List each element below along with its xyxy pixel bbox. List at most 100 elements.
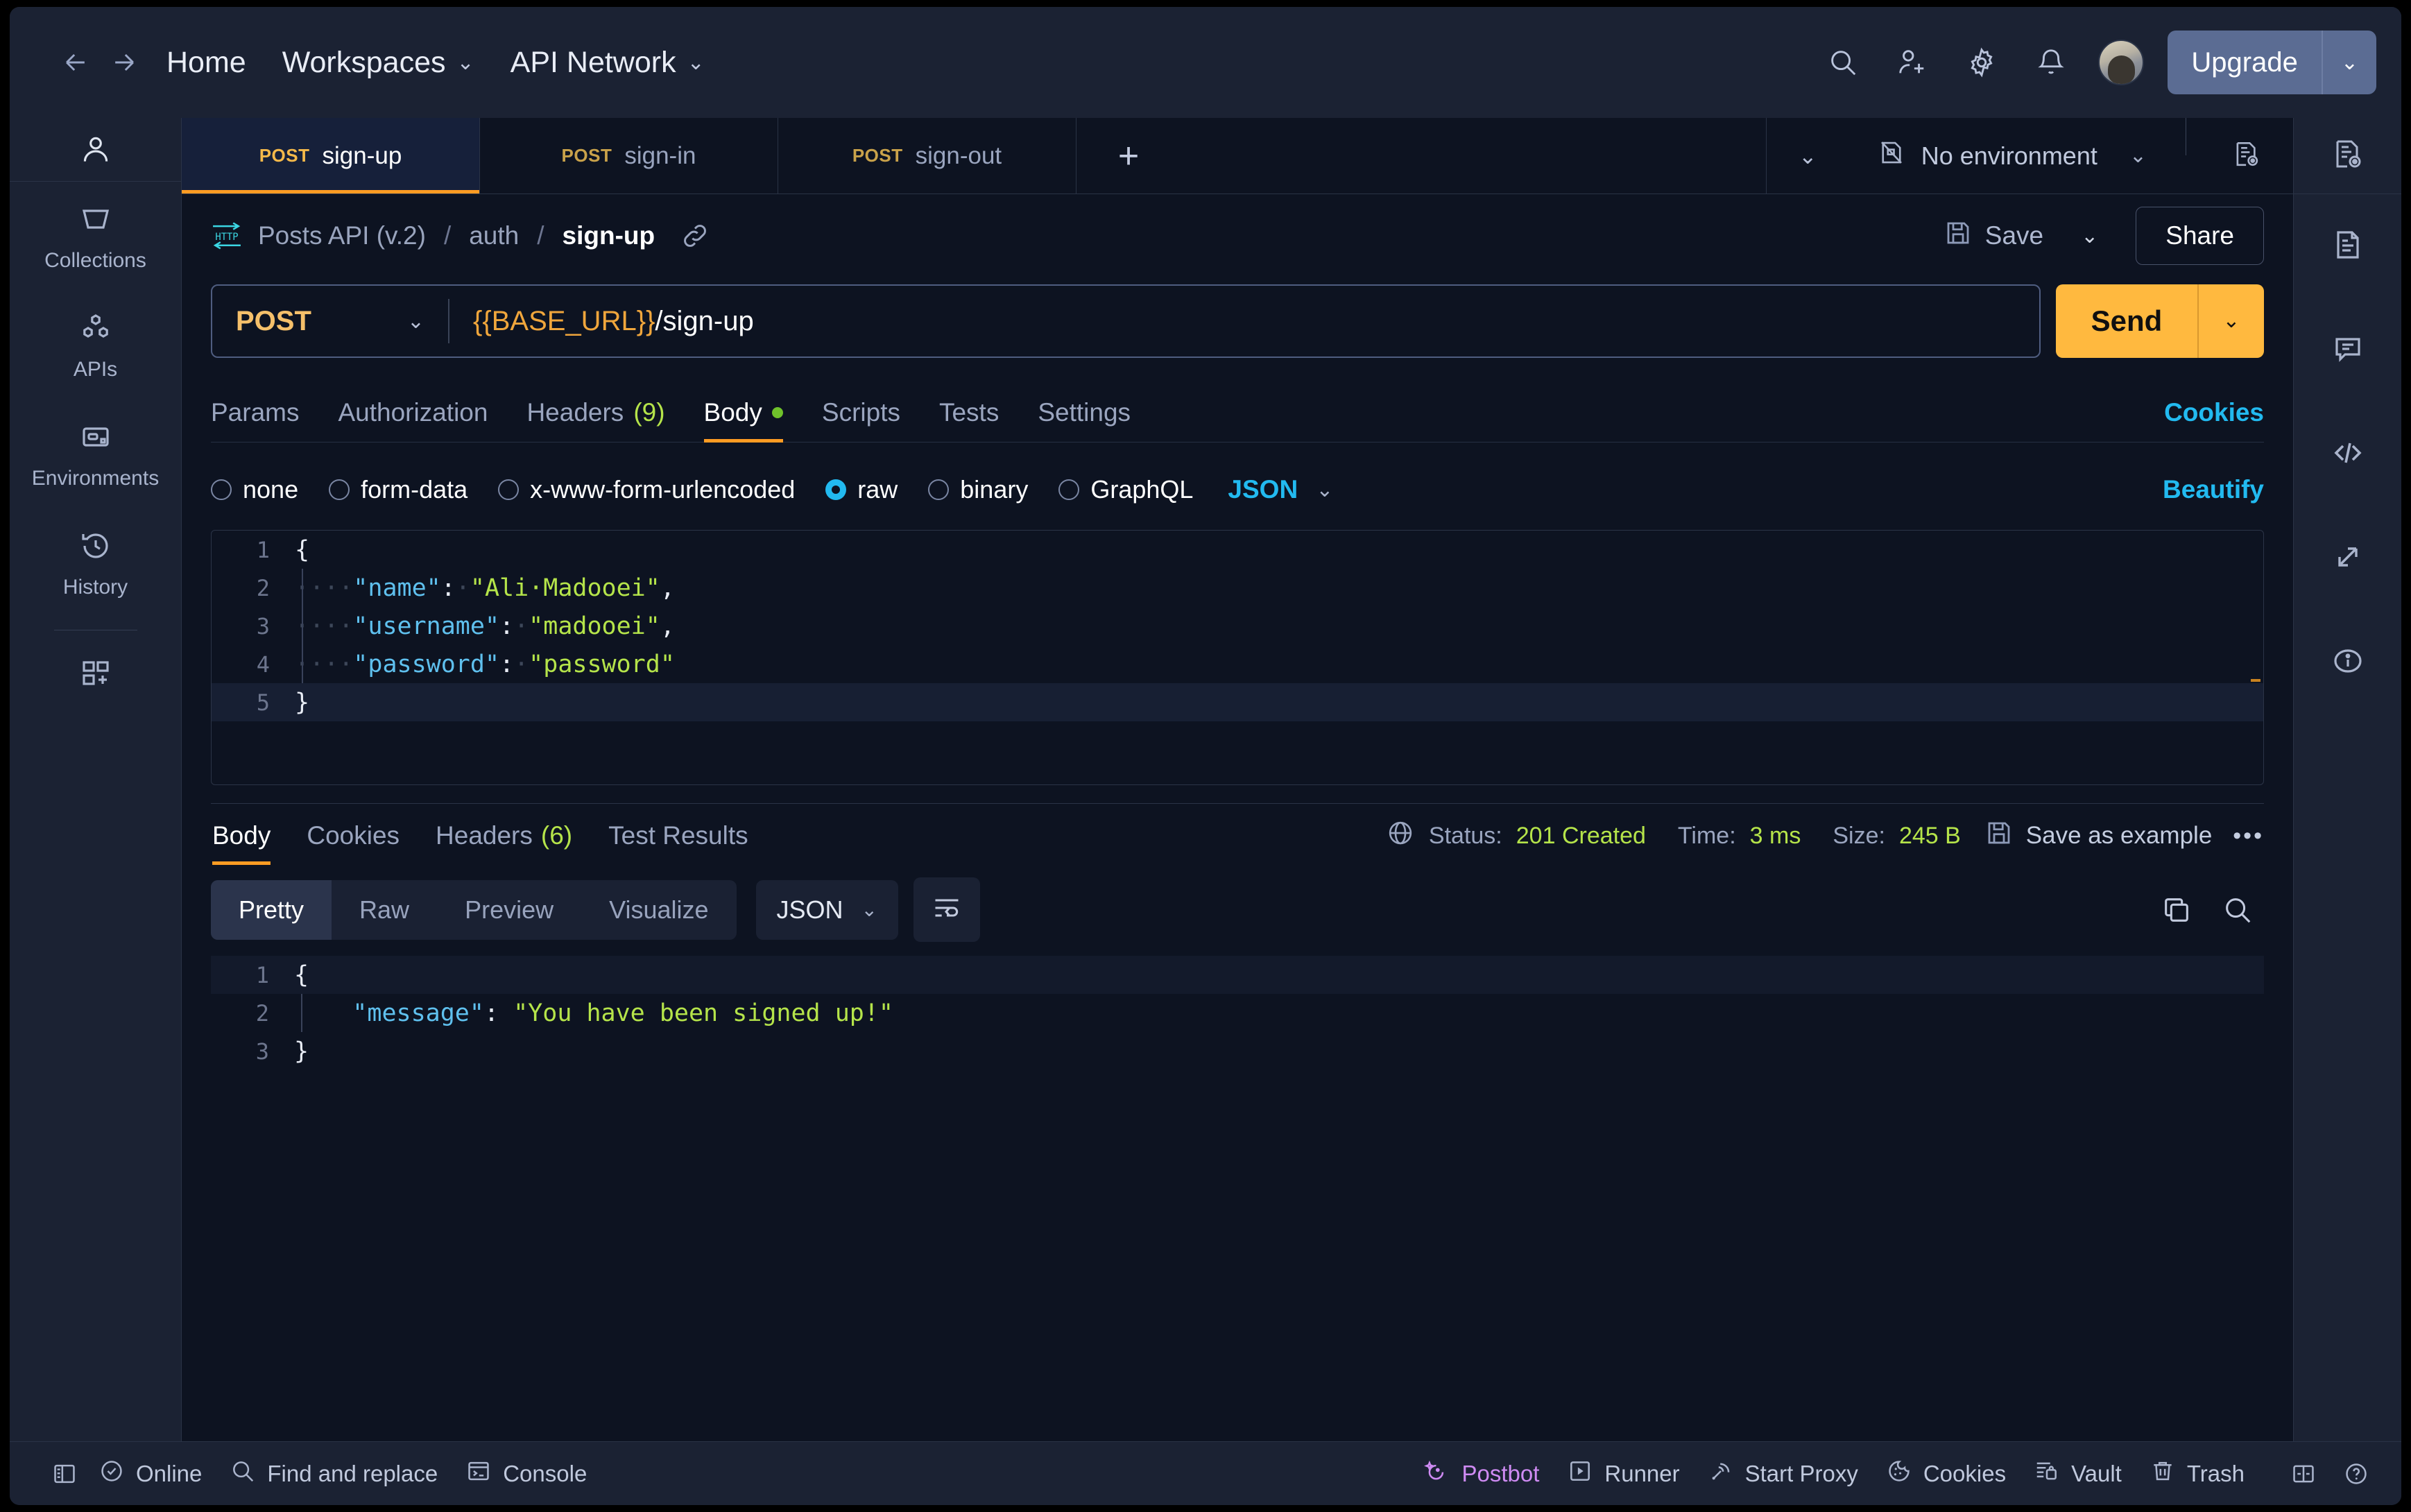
upgrade-button[interactable]: Upgrade ⌄: [2168, 31, 2376, 94]
sidebar-item-apis[interactable]: APIs: [10, 291, 181, 400]
view-visualize[interactable]: Visualize: [581, 880, 736, 940]
response-tab-cookies[interactable]: Cookies: [307, 804, 400, 868]
breadcrumb-item-request[interactable]: sign-up: [563, 221, 655, 250]
body-type-raw[interactable]: raw: [825, 475, 898, 504]
comments-icon: [2331, 332, 2365, 369]
right-rail-comments[interactable]: [2294, 298, 2401, 402]
start-proxy-button[interactable]: Start Proxy: [1708, 1458, 1858, 1490]
left-sidebar: Collections APIs Environments History: [10, 118, 182, 1441]
view-preview[interactable]: Preview: [437, 880, 581, 940]
environment-selector[interactable]: No environment ⌄: [1849, 118, 2168, 194]
back-button[interactable]: [51, 38, 100, 87]
editor-scroll-indicator[interactable]: [2251, 679, 2260, 682]
save-button[interactable]: Save: [1944, 218, 2043, 254]
sidebar-toggle-icon[interactable]: [43, 1461, 86, 1487]
console-button[interactable]: Console: [465, 1458, 587, 1490]
tab-method: POST: [561, 145, 612, 166]
request-tab-sign-out[interactable]: POST sign-out: [778, 118, 1076, 194]
tab-headers[interactable]: Headers (9): [526, 383, 664, 443]
request-tab-sign-up[interactable]: POST sign-up: [182, 118, 480, 194]
sidebar-user-icon[interactable]: [10, 118, 181, 182]
raw-format-selector[interactable]: JSON ⌄: [1228, 475, 1333, 504]
view-pretty[interactable]: Pretty: [211, 879, 332, 940]
right-rail-request-flow[interactable]: [2294, 506, 2401, 610]
bell-icon[interactable]: [2022, 33, 2080, 92]
save-options-chevron-down-icon[interactable]: ⌄: [2059, 224, 2120, 248]
vault-button[interactable]: Vault: [2034, 1458, 2122, 1490]
sidebar-item-label: APIs: [73, 358, 118, 381]
home-link[interactable]: Home: [148, 46, 264, 80]
cookies-button[interactable]: Cookies: [1886, 1458, 2006, 1490]
breadcrumb-item-collection[interactable]: Posts API (v.2): [258, 221, 426, 250]
save-as-example-button[interactable]: Save as example: [1984, 818, 2212, 854]
environment-quick-look-button[interactable]: [2204, 118, 2293, 194]
tab-list-chevron-down-icon[interactable]: ⌄: [1765, 118, 1849, 194]
response-body[interactable]: 1 { 2 "message": "You have been signed u…: [211, 956, 2264, 1441]
body-type-urlencoded[interactable]: x-www-form-urlencoded: [498, 475, 795, 504]
help-icon[interactable]: [2335, 1461, 2378, 1487]
wrap-lines-button[interactable]: [913, 877, 981, 942]
more-options-icon[interactable]: •••: [2233, 823, 2264, 850]
request-body-editor[interactable]: 1 { 2 ····"name":·"Ali·Madooei", 3 ····"…: [211, 530, 2264, 785]
trash-button[interactable]: Trash: [2150, 1458, 2245, 1490]
method-selector[interactable]: POST ⌄: [212, 306, 448, 337]
url-input[interactable]: {{BASE_URL}}/sign-up: [449, 306, 754, 337]
tab-authorization[interactable]: Authorization: [338, 383, 488, 443]
tab-body[interactable]: Body: [703, 383, 784, 443]
link-icon[interactable]: [680, 221, 710, 251]
response-format-selector[interactable]: JSON ⌄: [755, 879, 899, 940]
postbot-button[interactable]: Postbot: [1424, 1458, 1539, 1490]
environment-quick-look-icon: [2232, 139, 2265, 173]
body-type-form-data[interactable]: form-data: [329, 475, 467, 504]
find-and-replace-button[interactable]: Find and replace: [230, 1458, 438, 1490]
runner-button[interactable]: Runner: [1567, 1458, 1680, 1490]
view-raw[interactable]: Raw: [332, 880, 437, 940]
tab-scripts[interactable]: Scripts: [822, 383, 900, 443]
search-icon[interactable]: [1814, 33, 1872, 92]
chevron-down-icon[interactable]: ⌄: [2323, 51, 2376, 75]
right-rail-code-snippet[interactable]: [2294, 402, 2401, 506]
tab-label: sign-up: [322, 141, 402, 169]
two-pane-layout-icon[interactable]: [2282, 1461, 2325, 1487]
environment-quick-look-button-rail[interactable]: [2294, 118, 2401, 194]
code-fold-guide: [301, 994, 302, 1032]
workspaces-menu[interactable]: Workspaces ⌄: [264, 46, 492, 80]
send-options-chevron-down-icon[interactable]: ⌄: [2197, 284, 2264, 358]
invite-user-icon[interactable]: [1883, 33, 1941, 92]
sidebar-item-environments[interactable]: Environments: [10, 400, 181, 508]
radio-label: none: [243, 475, 299, 504]
breadcrumb-item-folder[interactable]: auth: [469, 221, 519, 250]
response-format-label: JSON: [776, 895, 843, 924]
response-tab-test-results[interactable]: Test Results: [608, 804, 748, 868]
new-tab-button[interactable]: +: [1076, 118, 1181, 194]
body-type-graphql[interactable]: GraphQL: [1058, 475, 1193, 504]
tab-tests[interactable]: Tests: [939, 383, 999, 443]
share-button[interactable]: Share: [2136, 207, 2264, 265]
cookies-link[interactable]: Cookies: [2164, 398, 2264, 427]
request-tab-sign-in[interactable]: POST sign-in: [480, 118, 778, 194]
request-pane: HTTP Posts API (v.2) / auth / sign-up Sa…: [182, 194, 2293, 1441]
avatar[interactable]: [2098, 40, 2145, 85]
gear-icon[interactable]: [1953, 33, 2011, 92]
search-icon[interactable]: [2211, 884, 2264, 936]
sidebar-item-new[interactable]: [10, 636, 181, 712]
response-tab-body[interactable]: Body: [212, 804, 271, 868]
response-tab-headers[interactable]: Headers (6): [436, 804, 572, 868]
copy-icon[interactable]: [2150, 884, 2203, 936]
send-button[interactable]: Send ⌄: [2056, 284, 2264, 358]
right-rail-documentation[interactable]: [2294, 194, 2401, 298]
sidebar-item-history[interactable]: History: [10, 508, 181, 617]
beautify-link[interactable]: Beautify: [2163, 475, 2264, 504]
api-network-menu[interactable]: API Network ⌄: [492, 46, 723, 80]
sidebar-item-collections[interactable]: Collections: [10, 182, 181, 291]
body-type-binary[interactable]: binary: [928, 475, 1028, 504]
body-type-none[interactable]: none: [211, 475, 298, 504]
forward-button[interactable]: [100, 38, 148, 87]
send-label: Send: [2091, 304, 2163, 337]
tab-settings[interactable]: Settings: [1038, 383, 1131, 443]
online-status[interactable]: Online: [98, 1458, 202, 1490]
save-as-example-label: Save as example: [2025, 822, 2213, 849]
right-rail-info[interactable]: [2294, 610, 2401, 714]
save-icon: [1944, 218, 1973, 254]
tab-params[interactable]: Params: [211, 383, 299, 443]
